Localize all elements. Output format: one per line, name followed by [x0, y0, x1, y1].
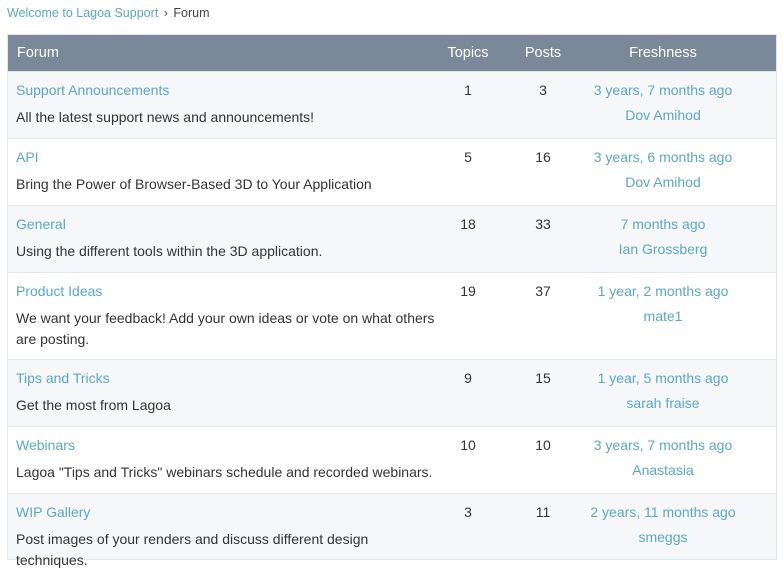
- topics-count: 18: [460, 216, 476, 232]
- forum-row-support-announcements: Support Announcements All the latest sup…: [8, 71, 776, 138]
- forum-row-general: General Using the different tools within…: [8, 205, 776, 272]
- posts-count: 33: [535, 216, 551, 232]
- forum-row-wip-gallery: WIP Gallery Post images of your renders …: [8, 493, 776, 568]
- freshness-link[interactable]: 3 years, 7 months ago: [573, 437, 753, 453]
- posts-count: 16: [535, 149, 551, 165]
- topics-count: 3: [464, 504, 472, 520]
- freshness-link[interactable]: 3 years, 7 months ago: [573, 82, 753, 98]
- last-poster-link[interactable]: Dov Amihod: [573, 107, 753, 123]
- topics-count: 1: [464, 82, 472, 98]
- forum-description: Bring the Power of Browser-Based 3D to Y…: [16, 176, 372, 192]
- last-poster-link[interactable]: Dov Amihod: [573, 174, 753, 190]
- forum-title-link[interactable]: Product Ideas: [16, 283, 102, 299]
- last-poster-link[interactable]: Anastasia: [573, 462, 753, 478]
- freshness-link[interactable]: 1 year, 2 months ago: [573, 283, 753, 299]
- breadcrumb-current: Forum: [173, 6, 210, 20]
- forum-title-link[interactable]: Support Announcements: [16, 82, 169, 98]
- posts-count: 3: [539, 82, 547, 98]
- breadcrumb: Welcome to Lagoa Support › Forum: [7, 6, 210, 20]
- forum-title-link[interactable]: Tips and Tricks: [16, 370, 110, 386]
- forum-row-webinars: Webinars Lagoa "Tips and Tricks" webinar…: [8, 426, 776, 493]
- breadcrumb-home-link[interactable]: Welcome to Lagoa Support: [7, 6, 158, 20]
- forum-title-link[interactable]: API: [16, 149, 39, 165]
- posts-count: 15: [535, 370, 551, 386]
- posts-count: 37: [535, 283, 551, 299]
- forum-description: Lagoa "Tips and Tricks" webinars schedul…: [16, 464, 433, 480]
- last-poster-link[interactable]: mate1: [573, 308, 753, 324]
- posts-count: 11: [535, 504, 551, 520]
- forum-description: Using the different tools within the 3D …: [16, 243, 323, 259]
- column-header-topics: Topics: [447, 45, 489, 61]
- forum-table: Forum Topics Posts Freshness Support Ann…: [7, 34, 777, 568]
- column-header-freshness: Freshness: [629, 45, 697, 61]
- forum-description: Get the most from Lagoa: [16, 397, 171, 413]
- column-header-posts: Posts: [524, 45, 562, 61]
- freshness-link[interactable]: 7 months ago: [573, 216, 753, 232]
- forum-row-api: API Bring the Power of Browser-Based 3D …: [8, 138, 776, 205]
- forum-row-tips-and-tricks: Tips and Tricks Get the most from Lagoa …: [8, 359, 776, 426]
- last-poster-link[interactable]: sarah fraise: [573, 395, 753, 411]
- topics-count: 9: [464, 370, 472, 386]
- last-poster-link[interactable]: Ian Grossberg: [573, 241, 753, 257]
- topics-count: 10: [460, 437, 476, 453]
- column-header-forum: Forum: [17, 45, 59, 61]
- breadcrumb-separator: ›: [163, 6, 168, 20]
- table-header: Forum Topics Posts Freshness: [8, 35, 776, 71]
- topics-count: 19: [460, 283, 476, 299]
- forum-description: Post images of your renders and discuss …: [16, 531, 369, 568]
- freshness-link[interactable]: 2 years, 11 months ago: [573, 504, 753, 520]
- last-poster-link[interactable]: smeggs: [573, 529, 753, 545]
- forum-description: All the latest support news and announce…: [16, 109, 315, 125]
- forum-title-link[interactable]: WIP Gallery: [16, 504, 90, 520]
- forum-row-product-ideas: Product Ideas We want your feedback! Add…: [8, 272, 776, 359]
- forum-description: We want your feedback! Add your own idea…: [16, 310, 435, 347]
- forum-title-link[interactable]: Webinars: [16, 437, 75, 453]
- forum-title-link[interactable]: General: [16, 216, 66, 232]
- posts-count: 10: [535, 437, 551, 453]
- freshness-link[interactable]: 1 year, 5 months ago: [573, 370, 753, 386]
- topics-count: 5: [464, 149, 472, 165]
- freshness-link[interactable]: 3 years, 6 months ago: [573, 149, 753, 165]
